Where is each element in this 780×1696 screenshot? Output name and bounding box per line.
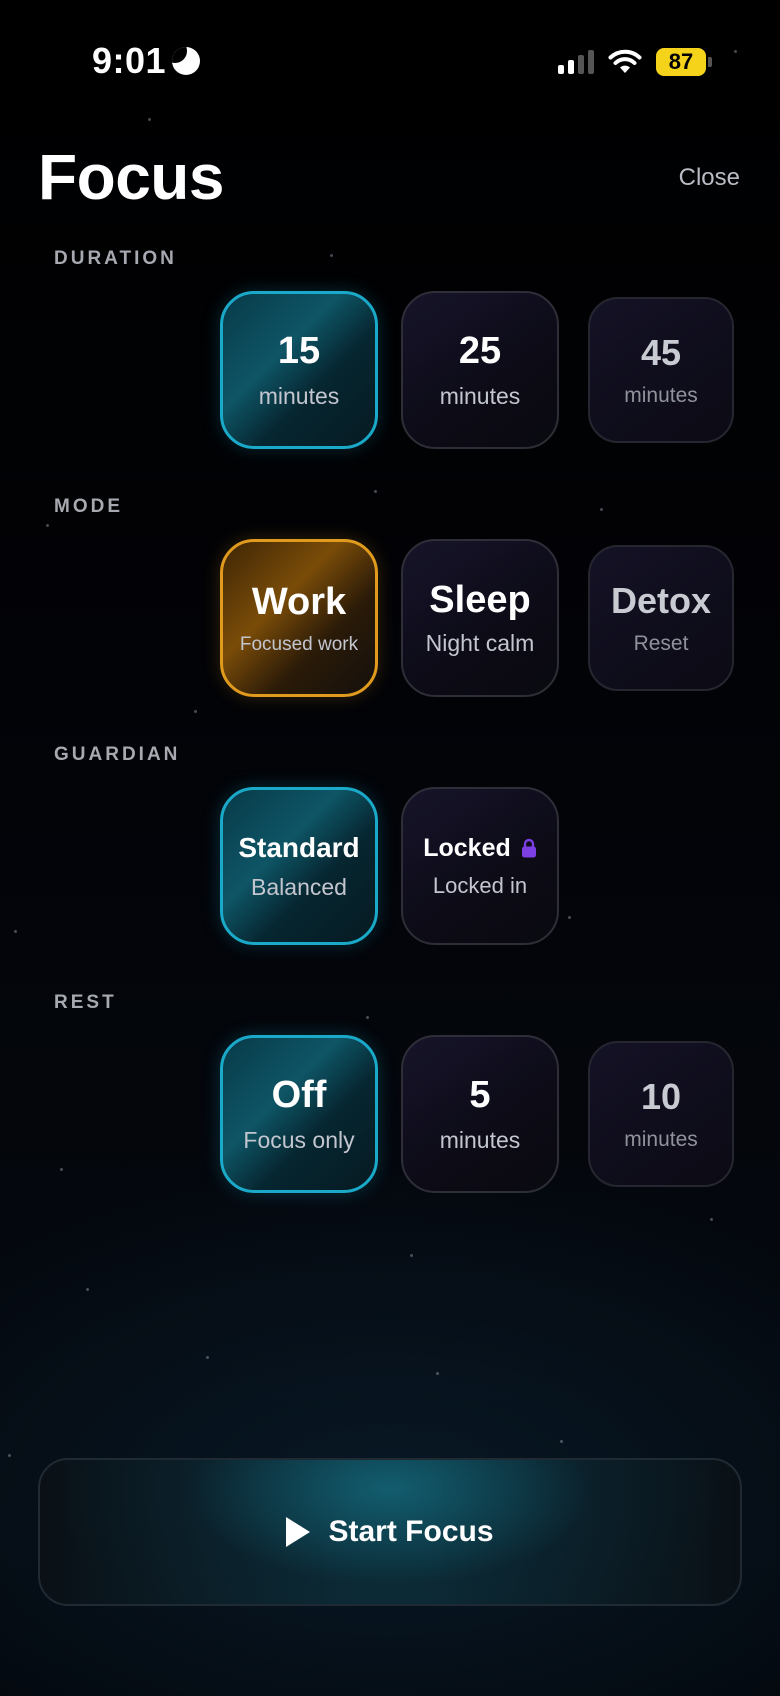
star-dot: [194, 710, 197, 713]
star-dot: [60, 1168, 63, 1171]
option-caption: Locked in: [432, 872, 528, 898]
option-value: Sleep: [429, 579, 531, 621]
star-dot: [734, 50, 737, 53]
guardian-option-locked[interactable]: Locked Locked in: [401, 787, 559, 945]
option-caption: Focused work: [239, 633, 359, 655]
start-focus-button[interactable]: Start Focus: [38, 1458, 742, 1606]
star-dot: [600, 508, 603, 511]
star-dot: [8, 1454, 11, 1457]
play-icon: [286, 1517, 311, 1547]
star-dot: [366, 1016, 369, 1019]
battery-nub: [708, 57, 712, 67]
option-value: 45: [640, 332, 682, 373]
lock-icon: [521, 838, 536, 858]
duration-option-15[interactable]: 15 minutes: [220, 291, 378, 449]
rest-section-label: REST: [54, 992, 117, 1013]
moon-icon: [172, 47, 201, 75]
guardian-option-standard[interactable]: Standard Balanced: [220, 787, 378, 945]
cellular-signal-icon: [558, 50, 594, 74]
option-value: Standard: [238, 831, 360, 863]
status-time: 9:01: [92, 40, 201, 82]
option-value: 15: [277, 330, 321, 372]
guardian-section-label: GUARDIAN: [54, 744, 181, 765]
mode-section-label: MODE: [54, 496, 123, 517]
rest-option-5[interactable]: 5 minutes: [401, 1035, 559, 1193]
page-title: Focus: [38, 141, 224, 213]
rest-option-10[interactable]: 10 minutes: [588, 1041, 734, 1187]
option-value: Work: [251, 580, 347, 623]
star-dot: [206, 1356, 209, 1359]
option-caption: Night calm: [425, 630, 535, 656]
star-dot: [330, 254, 333, 257]
option-value: 5: [469, 1074, 491, 1116]
option-value: Off: [271, 1074, 327, 1116]
star-dot: [46, 524, 49, 527]
star-dot: [86, 1288, 89, 1291]
star-dot: [710, 1218, 713, 1221]
star-dot: [410, 1254, 413, 1257]
option-caption: minutes: [439, 1127, 521, 1153]
option-caption: minutes: [624, 1128, 698, 1151]
duration-section-label: DURATION: [54, 248, 177, 269]
option-value: 25: [458, 330, 502, 372]
start-focus-label: Start Focus: [328, 1515, 494, 1548]
option-caption: minutes: [439, 383, 521, 409]
mode-option-work[interactable]: Work Focused work: [220, 539, 378, 697]
option-caption: minutes: [258, 383, 340, 409]
duration-option-45[interactable]: 45 minutes: [588, 297, 734, 443]
close-button[interactable]: Close: [679, 164, 740, 192]
star-dot: [374, 490, 377, 493]
option-caption: Focus only: [243, 1127, 355, 1153]
locked-title-row: Locked: [423, 834, 537, 863]
star-dot: [14, 930, 17, 933]
option-value: Locked: [423, 833, 511, 862]
option-caption: Balanced: [251, 873, 347, 900]
star-dot: [148, 118, 151, 121]
mode-option-sleep[interactable]: Sleep Night calm: [401, 539, 559, 697]
status-indicators: 87: [558, 48, 712, 76]
status-time-text: 9:01: [92, 40, 167, 81]
duration-option-25[interactable]: 25 minutes: [401, 291, 559, 449]
mode-option-detox[interactable]: Detox Reset: [588, 545, 734, 691]
star-dot: [436, 1372, 439, 1375]
option-value: 10: [640, 1076, 682, 1117]
option-value: Detox: [610, 580, 712, 621]
battery-icon: 87: [656, 48, 712, 76]
star-dot: [568, 916, 571, 919]
wifi-icon: [608, 49, 642, 73]
star-dot: [560, 1440, 563, 1443]
option-caption: minutes: [624, 384, 698, 407]
rest-option-off[interactable]: Off Focus only: [220, 1035, 378, 1193]
option-caption: Reset: [633, 632, 689, 655]
focus-screen: 9:01 87 Focus Close DURATION 15 minutes …: [0, 0, 780, 1696]
battery-level: 87: [656, 48, 706, 76]
